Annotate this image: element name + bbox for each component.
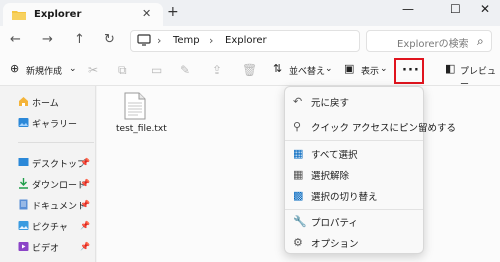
refresh-icon[interactable]: ↻ xyxy=(104,32,115,47)
home-icon xyxy=(19,97,28,106)
menu-item-options[interactable]: ⚙ オプション xyxy=(285,232,423,252)
menu-item-properties[interactable]: 🔧 プロパティ xyxy=(285,211,423,231)
menu-item-select-none[interactable]: ▦ 選択解除 xyxy=(285,164,423,184)
view-button[interactable]: 表示 xyxy=(361,64,379,77)
maximize-button[interactable]: ☐ xyxy=(450,2,461,16)
delete-icon[interactable]: 🗑 xyxy=(242,63,257,77)
pin-icon[interactable]: 📌 xyxy=(80,242,90,251)
address-bar[interactable]: › Temp › Explorer xyxy=(130,30,360,52)
chevron-down-icon[interactable]: ⌄ xyxy=(380,64,388,74)
menu-separator xyxy=(285,140,423,141)
command-bar: ⊕ 新規作成 ⌄ ✂ ⧉ ▭ ✎ ⇪ 🗑 ⇅ 並べ替え ⌄ ▣ 表示 ⌄ ◧ プ… xyxy=(0,56,500,90)
sidebar-item-label: デスクトップ xyxy=(32,160,87,170)
chevron-right-icon[interactable]: › xyxy=(209,34,213,47)
gallery-icon xyxy=(18,118,29,127)
select-none-icon: ▦ xyxy=(293,168,304,181)
menu-item-label: 選択の切り替え xyxy=(311,192,378,203)
undo-icon: ↶ xyxy=(293,95,303,108)
chevron-down-icon[interactable]: ⌄ xyxy=(325,64,333,74)
menu-item-undo[interactable]: ↶ 元に戻す xyxy=(285,91,423,111)
search-box[interactable]: Explorerの検索 ⌕ xyxy=(366,30,492,52)
file-name[interactable]: test_file.txt xyxy=(116,124,167,134)
cut-icon[interactable]: ✂ xyxy=(88,63,98,77)
tab-close-icon[interactable]: ✕ xyxy=(142,7,151,20)
pin-icon[interactable]: 📌 xyxy=(80,200,90,209)
sidebar-item-label: ピクチャ xyxy=(32,223,68,233)
rename-icon[interactable]: ✎ xyxy=(180,63,190,77)
preview-pane-icon[interactable]: ◧ xyxy=(445,62,455,75)
menu-item-label: クイック アクセスにピン留めする xyxy=(311,123,457,134)
menu-item-select-all[interactable]: ▦ すべて選択 xyxy=(285,143,423,163)
back-arrow-icon[interactable]: ← xyxy=(10,32,21,47)
properties-icon: 🔧 xyxy=(293,215,307,228)
more-icon: ··· xyxy=(402,63,420,78)
navigation-pane: ホーム ギャラリー デスクトップ 📌 ダウンロード 📌 ドキュメント 📌 ピクチ… xyxy=(0,86,96,262)
sort-button[interactable]: 並べ替え xyxy=(289,64,325,77)
menu-item-label: すべて選択 xyxy=(311,150,358,161)
text-file-icon[interactable] xyxy=(124,92,146,120)
invert-selection-icon: ▩ xyxy=(293,189,304,202)
folder-icon xyxy=(12,11,26,20)
menu-item-pin-quick-access[interactable]: ⚲ クイック アクセスにピン留めする xyxy=(285,116,456,136)
window-tab[interactable]: Explorer ✕ xyxy=(3,3,163,26)
chevron-down-icon[interactable]: ⌄ xyxy=(69,64,77,74)
search-icon: ⌕ xyxy=(477,34,484,48)
forward-arrow-icon[interactable]: → xyxy=(42,32,53,47)
paste-icon[interactable]: ▭ xyxy=(151,63,162,77)
sidebar-divider xyxy=(18,142,94,143)
download-icon xyxy=(19,178,28,189)
sidebar-item-label: ドキュメント xyxy=(32,202,87,212)
see-more-menu: ↶ 元に戻す ⚲ クイック アクセスにピン留めする ▦ すべて選択 ▦ 選択解除… xyxy=(284,86,456,254)
pin-icon: ⚲ xyxy=(293,120,302,133)
breadcrumb-explorer[interactable]: Explorer xyxy=(225,35,267,46)
pin-icon[interactable]: 📌 xyxy=(80,221,90,230)
sidebar-item-label: ダウンロード xyxy=(32,181,87,191)
pin-icon[interactable]: 📌 xyxy=(80,158,90,167)
videos-icon xyxy=(18,242,29,251)
sidebar-item-label: ビデオ xyxy=(32,244,60,254)
new-button[interactable]: 新規作成 xyxy=(26,64,62,77)
search-placeholder: Explorerの検索 xyxy=(397,39,469,50)
menu-item-label: 選択解除 xyxy=(311,171,350,182)
minimize-button[interactable]: — xyxy=(402,2,414,16)
documents-icon xyxy=(19,199,28,210)
sort-icon[interactable]: ⇅ xyxy=(273,62,282,75)
breadcrumb-temp[interactable]: Temp xyxy=(173,35,200,46)
view-icon[interactable]: ▣ xyxy=(344,62,354,75)
menu-item-invert-selection[interactable]: ▩ 選択の切り替え xyxy=(285,185,423,205)
menu-item-label: オプション xyxy=(311,239,359,250)
chevron-right-icon[interactable]: › xyxy=(157,34,161,47)
select-all-icon: ▦ xyxy=(293,147,304,160)
menu-item-label: プロパティ xyxy=(311,218,358,229)
title-bar: Explorer ✕ + — ☐ ✕ xyxy=(0,0,500,26)
pin-icon[interactable]: 📌 xyxy=(80,179,90,188)
share-icon[interactable]: ⇪ xyxy=(212,63,222,77)
see-more-button[interactable]: ··· xyxy=(394,58,424,84)
navigation-bar: ← → ↑ ↻ › Temp › Explorer Explorerの検索 ⌕ xyxy=(0,26,500,56)
new-icon[interactable]: ⊕ xyxy=(10,62,19,75)
menu-separator xyxy=(285,209,423,210)
close-button[interactable]: ✕ xyxy=(480,2,490,16)
copy-icon[interactable]: ⧉ xyxy=(118,63,127,78)
menu-item-label: 元に戻す xyxy=(311,98,350,109)
sidebar-item-label: ギャラリー xyxy=(32,120,78,130)
tab-title: Explorer xyxy=(34,9,82,20)
pictures-icon xyxy=(18,221,29,230)
options-icon: ⚙ xyxy=(293,236,303,249)
desktop-icon xyxy=(18,158,29,166)
sidebar-item-label: ホーム xyxy=(32,99,59,109)
up-arrow-icon[interactable]: ↑ xyxy=(74,32,85,47)
new-tab-button[interactable]: + xyxy=(167,4,179,20)
computer-icon xyxy=(137,34,151,46)
